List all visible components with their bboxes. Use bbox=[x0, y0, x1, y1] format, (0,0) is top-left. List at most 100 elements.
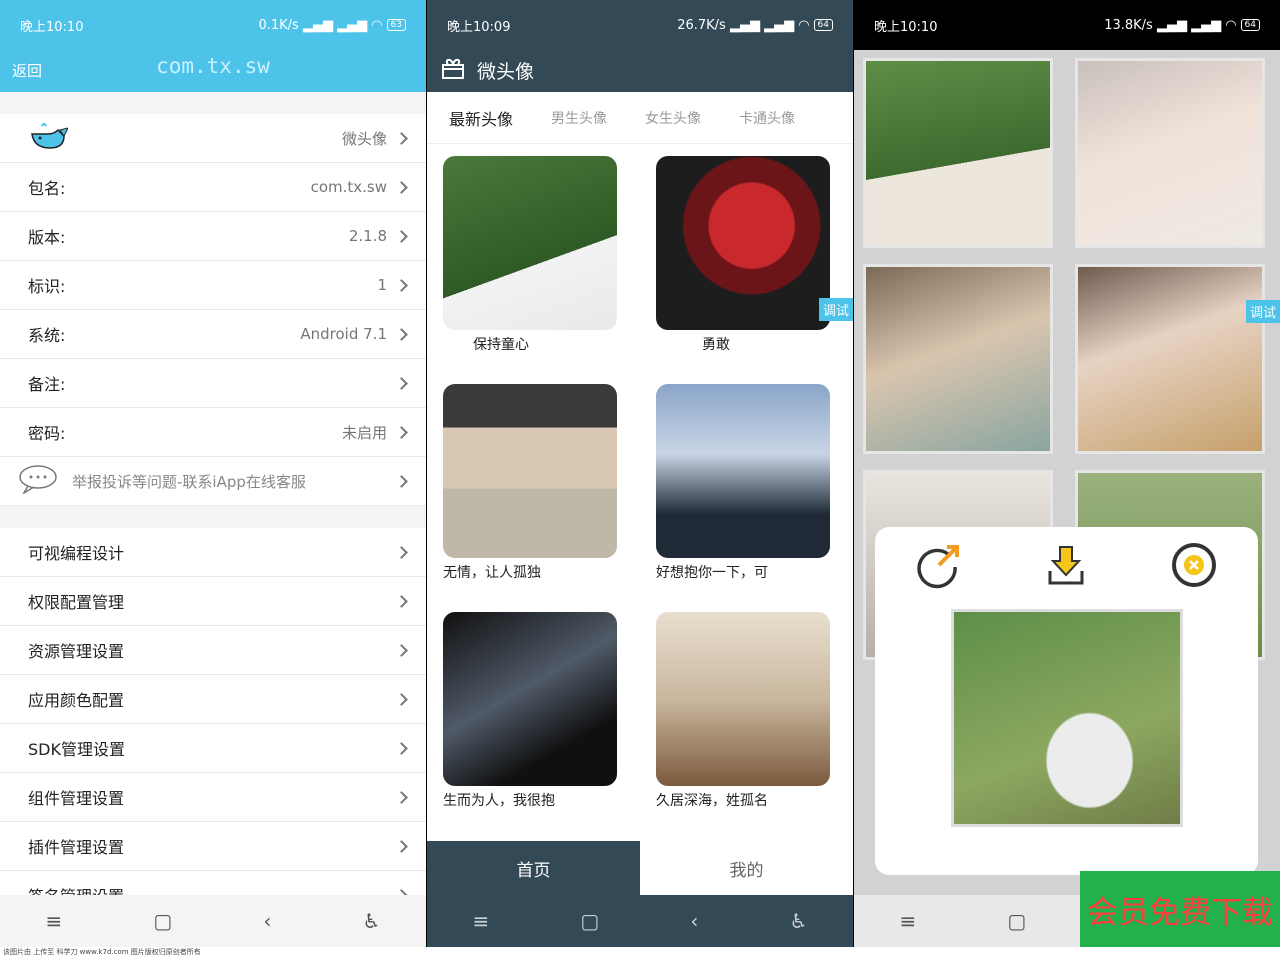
avatar-caption: 无情，让人孤独 bbox=[443, 565, 541, 581]
avatar-card[interactable]: 保持童心 bbox=[443, 156, 617, 384]
settings-item[interactable]: 资源管理设置 bbox=[0, 626, 426, 675]
note-row[interactable]: 备注: bbox=[0, 359, 426, 408]
settings-label: 资源管理设置 bbox=[28, 642, 125, 661]
settings-item[interactable]: 应用颜色配置 bbox=[0, 675, 426, 724]
avatar-caption: 生而为人，我很抱 bbox=[443, 793, 555, 809]
tab-latest[interactable]: 最新头像 bbox=[449, 106, 513, 130]
id-row[interactable]: 标识: 1 bbox=[0, 261, 426, 310]
avatar-thumbnail[interactable] bbox=[656, 156, 830, 330]
home-icon[interactable]: ▢ bbox=[1007, 909, 1026, 933]
row-label: 标识: bbox=[28, 277, 66, 296]
chevron-right-icon bbox=[395, 643, 408, 657]
gift-box-icon bbox=[441, 57, 465, 84]
back-icon[interactable]: ‹ bbox=[690, 909, 698, 933]
avatar-home-screen: 晚上10:09 26.7K/s ▂▄▆ ▂▄▆ ◠ 64 微头像 最新头像 男生… bbox=[427, 0, 853, 947]
avatar-caption: 久居深海，姓孤名 bbox=[656, 793, 768, 809]
settings-label: SDK管理设置 bbox=[28, 740, 125, 759]
page-title: com.tx.sw bbox=[156, 54, 270, 78]
app-info-header: 晚上10:10 0.1K/s ▂▄▆ ▂▄▆ ◠ 63 返回 com.tx.sw bbox=[0, 0, 426, 92]
avatar-grid: 保持童心 勇敢 无情，让人孤独 好想抱你一下，可 生而为人，我很抱 久居深海，姓… bbox=[427, 144, 853, 840]
chevron-right-icon bbox=[395, 229, 408, 243]
home-icon[interactable]: ▢ bbox=[580, 909, 599, 933]
row-value: 1 bbox=[377, 276, 387, 294]
row-value: com.tx.sw bbox=[310, 178, 387, 196]
avatar-caption: 保持童心 bbox=[473, 337, 529, 353]
chevron-right-icon bbox=[395, 180, 408, 194]
settings-label: 组件管理设置 bbox=[28, 789, 125, 808]
battery-icon: 63 bbox=[386, 19, 406, 31]
accessibility-icon[interactable]: ♿ bbox=[790, 909, 808, 933]
menu-icon[interactable]: ≡ bbox=[46, 909, 63, 933]
settings-item[interactable]: SDK管理设置 bbox=[0, 724, 426, 773]
status-bar: 晚上10:10 0.1K/s ▂▄▆ ▂▄▆ ◠ 63 bbox=[0, 0, 426, 50]
avatar-home-header: 晚上10:09 26.7K/s ▂▄▆ ▂▄▆ ◠ 64 微头像 bbox=[427, 0, 853, 92]
row-value: Android 7.1 bbox=[300, 325, 387, 343]
tab-boys[interactable]: 男生头像 bbox=[551, 108, 607, 128]
system-nav-bar: ≡ ▢ ‹ ♿ bbox=[0, 895, 426, 947]
photo-tile[interactable] bbox=[1075, 264, 1265, 454]
menu-icon[interactable]: ≡ bbox=[900, 909, 917, 933]
tab-cartoon[interactable]: 卡通头像 bbox=[739, 108, 795, 128]
tab-mine[interactable]: 我的 bbox=[640, 841, 853, 895]
download-icon[interactable] bbox=[1042, 541, 1090, 593]
settings-item[interactable]: 插件管理设置 bbox=[0, 822, 426, 871]
avatar-card[interactable]: 好想抱你一下，可 bbox=[656, 384, 830, 612]
status-time: 晚上10:09 bbox=[447, 19, 511, 35]
row-label: 系统: bbox=[28, 326, 66, 345]
photo-tile[interactable] bbox=[863, 58, 1053, 248]
share-icon[interactable] bbox=[915, 541, 963, 593]
package-row[interactable]: 包名: com.tx.sw bbox=[0, 163, 426, 212]
chevron-right-icon bbox=[395, 741, 408, 755]
back-icon[interactable]: ‹ bbox=[263, 909, 271, 933]
tab-home[interactable]: 首页 bbox=[427, 841, 640, 895]
close-icon[interactable] bbox=[1170, 541, 1218, 593]
row-label: 包名: bbox=[28, 179, 66, 198]
footer-watermark: 该图片由 上传至 科学刀 www.k7d.com 图片版权归原创者所有 bbox=[0, 947, 1280, 957]
version-row[interactable]: 版本: 2.1.8 bbox=[0, 212, 426, 261]
app-name-row[interactable]: 微头像 bbox=[0, 114, 426, 163]
vip-download-banner[interactable]: 会员免费下载 bbox=[1080, 871, 1280, 947]
avatar-caption: 好想抱你一下，可 bbox=[656, 565, 768, 581]
row-value: 2.1.8 bbox=[348, 227, 387, 245]
avatar-card[interactable]: 久居深海，姓孤名 bbox=[656, 612, 830, 840]
settings-item[interactable]: 组件管理设置 bbox=[0, 773, 426, 822]
avatar-card[interactable]: 生而为人，我很抱 bbox=[443, 612, 617, 840]
system-nav-bar: ≡ ▢ ‹ ♿ bbox=[427, 895, 853, 947]
chevron-right-icon bbox=[395, 545, 408, 559]
app-info-screen: 晚上10:10 0.1K/s ▂▄▆ ▂▄▆ ◠ 63 返回 com.tx.sw… bbox=[0, 0, 426, 947]
home-icon[interactable]: ▢ bbox=[153, 909, 172, 933]
avatar-thumbnail[interactable] bbox=[443, 156, 617, 330]
avatar-card[interactable]: 无情，让人孤独 bbox=[443, 384, 617, 612]
app-title: 微头像 bbox=[477, 60, 535, 83]
accessibility-icon[interactable]: ♿ bbox=[363, 909, 381, 933]
avatar-thumbnail[interactable] bbox=[656, 612, 830, 786]
settings-label: 插件管理设置 bbox=[28, 838, 125, 857]
status-bar: 晚上10:09 26.7K/s ▂▄▆ ▂▄▆ ◠ 64 bbox=[427, 0, 853, 50]
avatar-card[interactable]: 勇敢 bbox=[656, 156, 830, 384]
avatar-thumbnail[interactable] bbox=[656, 384, 830, 558]
chevron-right-icon bbox=[395, 594, 408, 608]
photo-tile[interactable] bbox=[1075, 58, 1265, 248]
debug-badge[interactable]: 调试 bbox=[818, 298, 853, 321]
debug-badge[interactable]: 调试 bbox=[1245, 300, 1280, 323]
system-row[interactable]: 系统: Android 7.1 bbox=[0, 310, 426, 359]
settings-label: 应用颜色配置 bbox=[28, 691, 125, 710]
row-value: 微头像 bbox=[341, 129, 387, 148]
settings-item[interactable]: 权限配置管理 bbox=[0, 577, 426, 626]
status-bar: 晚上10:10 13.8K/s ▂▄▆ ▂▄▆ ◠ 64 bbox=[854, 0, 1280, 50]
chevron-right-icon bbox=[395, 131, 408, 145]
avatar-thumbnail[interactable] bbox=[443, 612, 617, 786]
support-row[interactable]: 举报投诉等问题-联系iApp在线客服 bbox=[0, 457, 426, 506]
battery-icon: 64 bbox=[813, 19, 833, 31]
photo-tile[interactable] bbox=[863, 264, 1053, 454]
settings-label: 可视编程设计 bbox=[28, 544, 125, 563]
password-row[interactable]: 密码: 未启用 bbox=[0, 408, 426, 457]
preview-dialog bbox=[875, 527, 1258, 875]
chevron-right-icon bbox=[395, 790, 408, 804]
status-time: 晚上10:10 bbox=[20, 19, 84, 35]
avatar-thumbnail[interactable] bbox=[443, 384, 617, 558]
row-label: 备注: bbox=[28, 375, 66, 394]
menu-icon[interactable]: ≡ bbox=[473, 909, 490, 933]
tab-girls[interactable]: 女生头像 bbox=[645, 108, 701, 128]
settings-item[interactable]: 可视编程设计 bbox=[0, 528, 426, 577]
